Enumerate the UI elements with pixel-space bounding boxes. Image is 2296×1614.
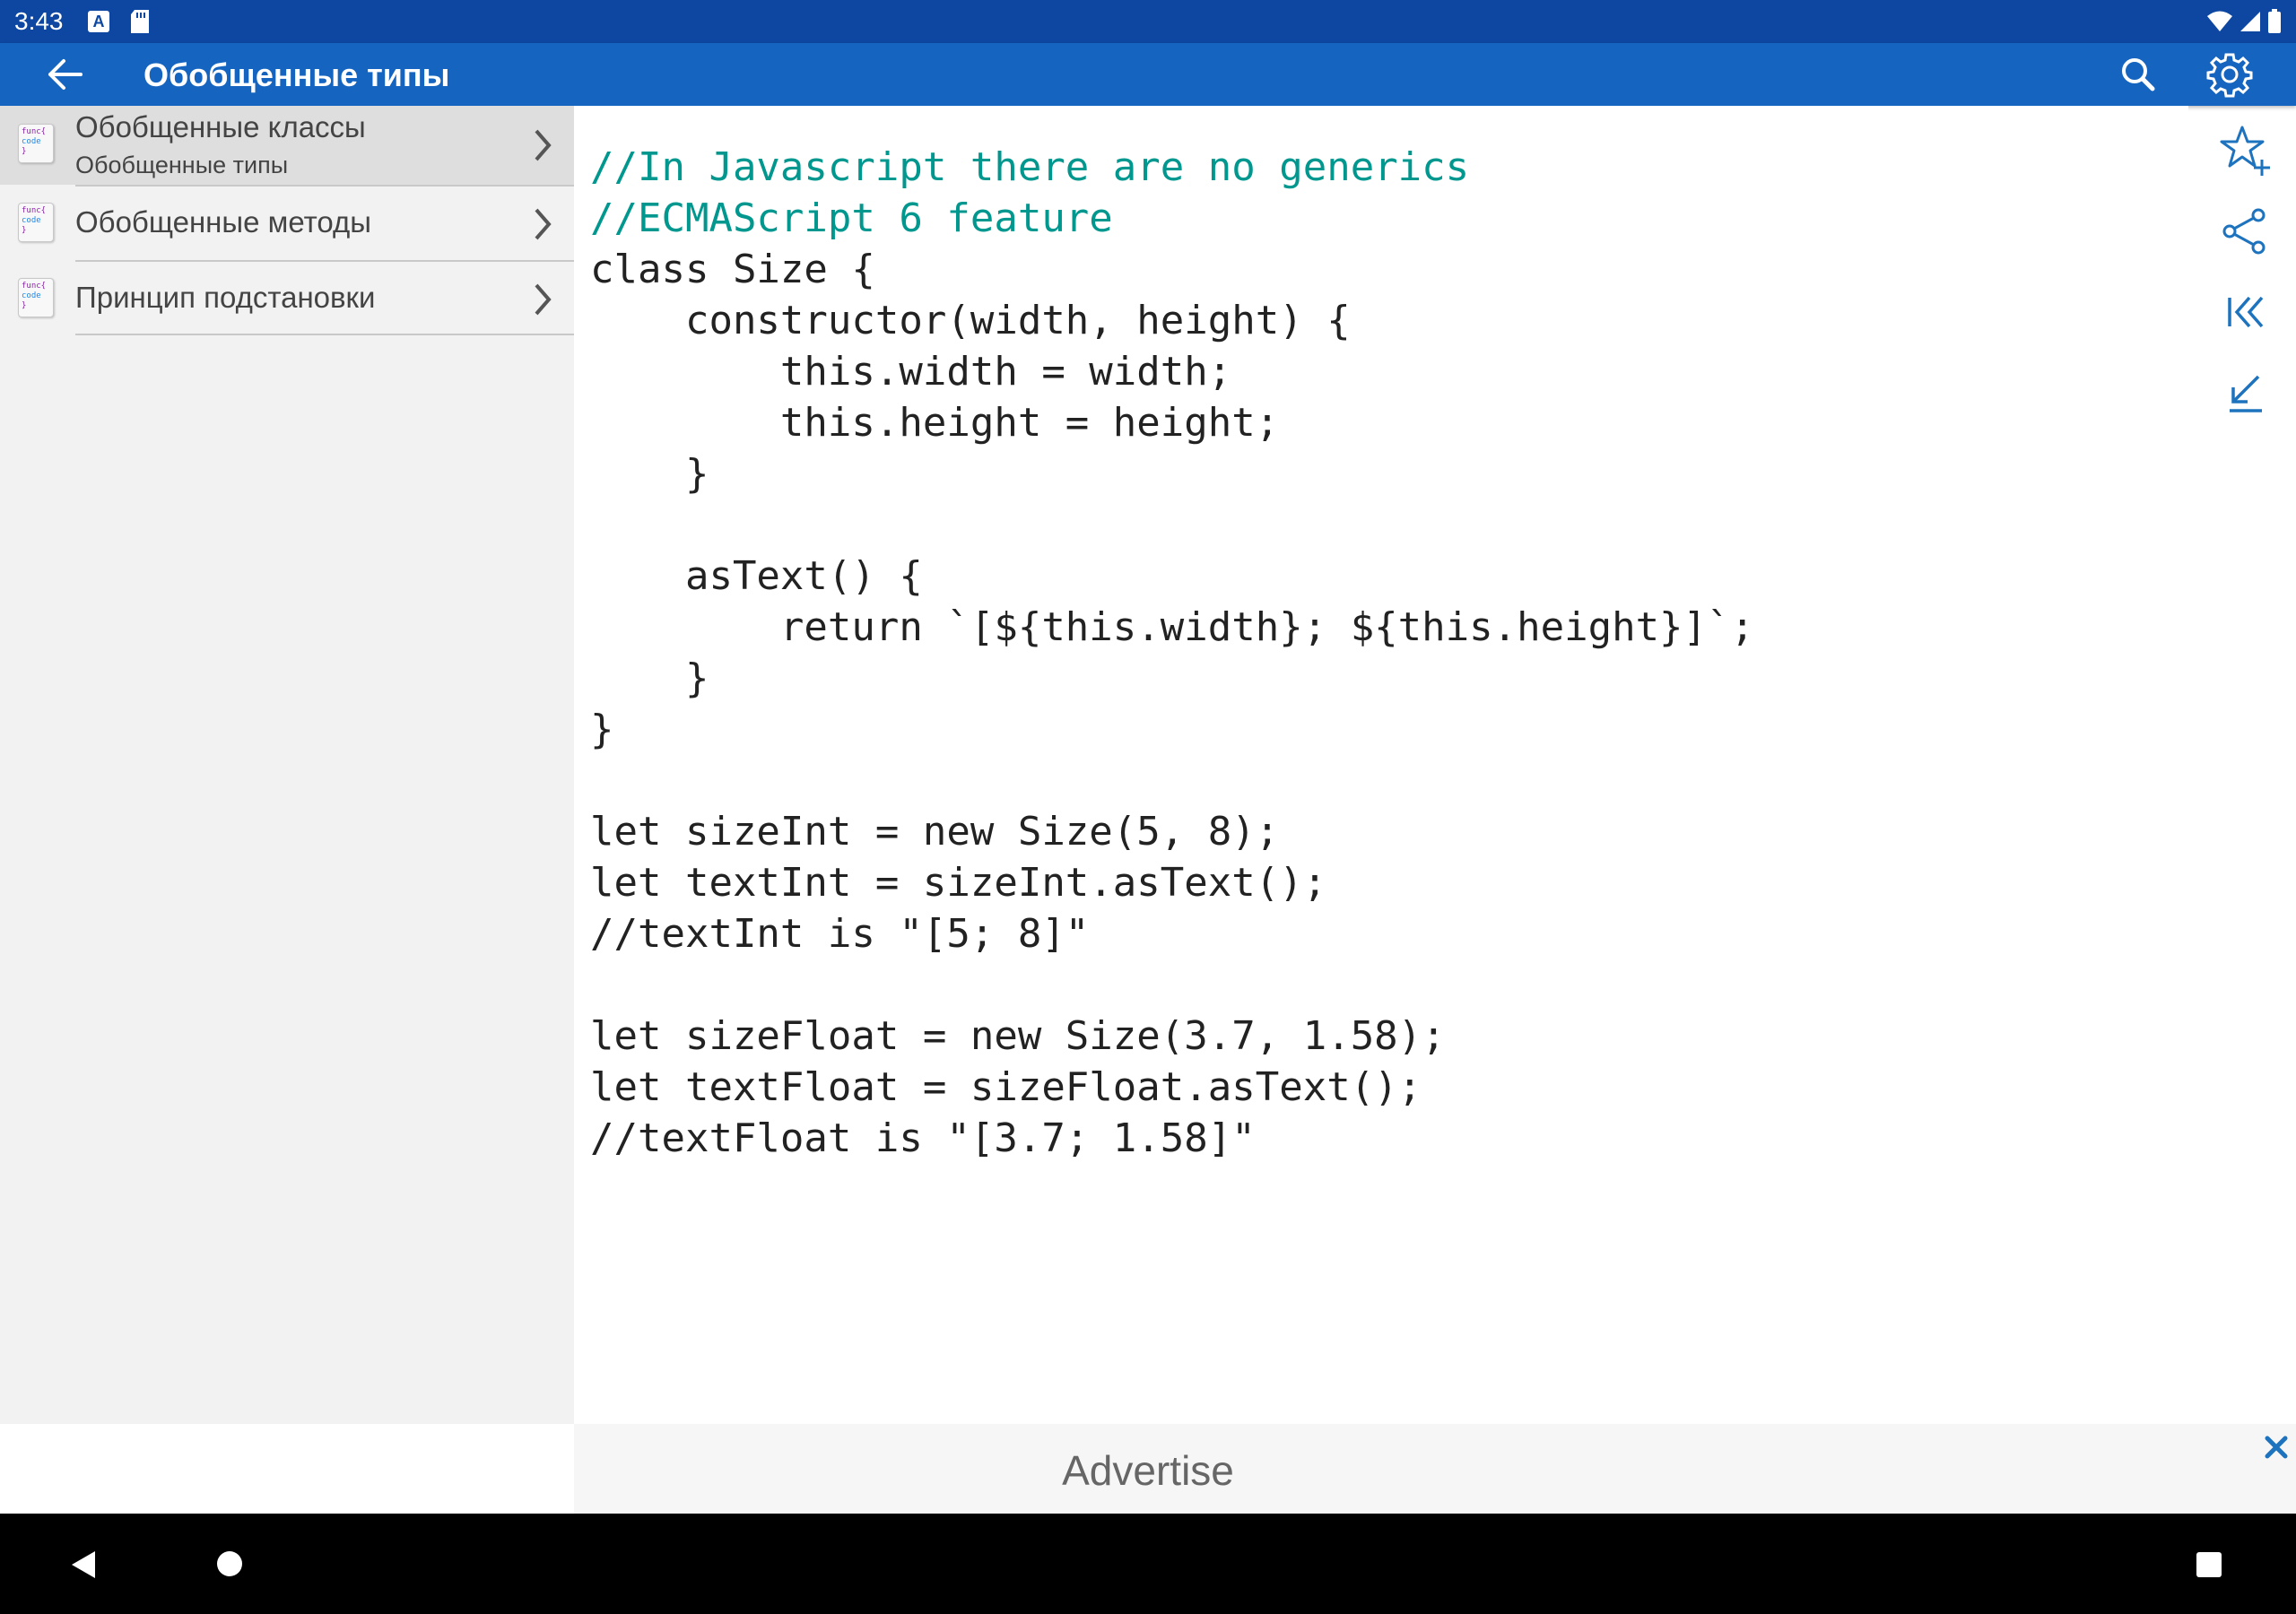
- sd-card-icon: [131, 10, 149, 33]
- ad-text: Advertise: [1062, 1447, 1234, 1494]
- nav-recents-icon[interactable]: [2196, 1551, 2222, 1578]
- code-line: //In Javascript there are no generics: [590, 144, 1470, 190]
- sidebar-item-generic-classes[interactable]: func{code} Обобщенные классы Обобщенные …: [0, 106, 574, 185]
- first-page-icon[interactable]: [2217, 283, 2274, 341]
- code-line: //textFloat is "[3.7; 1.58]": [590, 1115, 1256, 1161]
- code-line: let sizeInt = new Size(5, 8);: [590, 809, 1280, 855]
- app-bar: Обобщенные типы: [0, 43, 2296, 106]
- page-title: Обобщенные типы: [144, 56, 450, 93]
- code-line: let textInt = sizeInt.asText();: [590, 860, 1327, 906]
- code-line: this.height = height;: [590, 400, 1280, 446]
- code-line: }: [590, 707, 614, 752]
- chevron-right-icon: [535, 283, 552, 316]
- code-line: }: [590, 655, 709, 701]
- code-line: let textFloat = sizeFloat.asText();: [590, 1064, 1422, 1110]
- system-nav-bar: [0, 1514, 2296, 1614]
- close-icon[interactable]: [2260, 1431, 2292, 1463]
- code-line: constructor(width, height) {: [590, 298, 1351, 343]
- code-line: return `[${this.width}; ${this.height}]`…: [590, 604, 1755, 650]
- code-viewer: //In Javascript there are no generics //…: [574, 106, 2270, 1424]
- chevron-right-icon: [535, 208, 552, 240]
- code-line: this.width = width;: [590, 349, 1232, 395]
- settings-icon[interactable]: [2206, 51, 2253, 98]
- code-block: //In Javascript there are no generics //…: [590, 142, 1754, 1164]
- add-favorite-icon[interactable]: [2217, 122, 2274, 179]
- a-icon: A: [88, 11, 109, 32]
- sidebar-item-sublabel: Обобщенные типы: [75, 152, 289, 178]
- status-time: 3:43: [14, 7, 64, 35]
- last-page-icon[interactable]: [2217, 364, 2274, 421]
- battery-icon: [2268, 9, 2281, 33]
- ad-banner[interactable]: Advertise: [574, 1424, 2296, 1514]
- search-icon[interactable]: [2117, 53, 2160, 96]
- sidebar-item-label: Обобщенные методы: [75, 205, 371, 239]
- signal-icon: [2240, 12, 2260, 31]
- sidebar-item-substitution-principle[interactable]: func{code} Принцип подстановки: [0, 262, 574, 335]
- sidebar-item-label: Принцип подстановки: [75, 281, 376, 314]
- sidebar-item-label: Обобщенные классы: [75, 110, 366, 143]
- nav-back-icon[interactable]: [70, 1549, 97, 1580]
- share-icon[interactable]: [2217, 203, 2274, 260]
- code-line: }: [590, 451, 709, 497]
- code-file-icon: func{code}: [18, 203, 54, 242]
- sidebar: func{code} Обобщенные классы Обобщенные …: [0, 106, 574, 1424]
- nav-home-icon[interactable]: [215, 1549, 244, 1578]
- code-line: //ECMAScript 6 feature: [590, 195, 1113, 241]
- wifi-icon: [2207, 11, 2232, 31]
- code-line: class Size {: [590, 247, 875, 292]
- back-arrow-icon[interactable]: [39, 55, 90, 94]
- code-file-icon: func{code}: [18, 278, 54, 317]
- status-bar: 3:43 A: [0, 0, 2296, 43]
- sidebar-item-generic-methods[interactable]: func{code} Обобщенные методы: [0, 187, 574, 262]
- code-line: let sizeFloat = new Size(3.7, 1.58);: [590, 1013, 1446, 1059]
- code-line: //textInt is "[5; 8]": [590, 911, 1090, 957]
- divider: [75, 334, 574, 335]
- code-file-icon: func{code}: [18, 124, 54, 163]
- chevron-right-icon: [535, 129, 552, 161]
- code-line: asText() {: [590, 553, 923, 599]
